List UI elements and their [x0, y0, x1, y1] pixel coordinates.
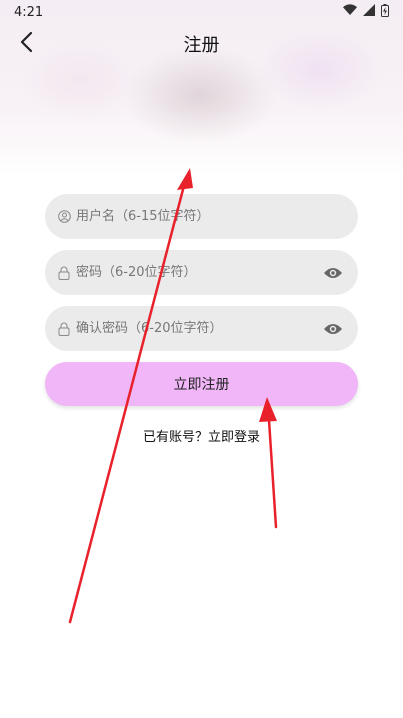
login-link[interactable]: 已有账号？立即登录 [0, 426, 403, 445]
password-input[interactable] [74, 264, 322, 281]
username-input[interactable] [74, 208, 346, 225]
eye-icon[interactable] [322, 262, 344, 284]
battery-icon [381, 3, 389, 21]
annotation-arrow-button [259, 397, 278, 529]
username-field [45, 194, 358, 239]
register-button[interactable]: 立即注册 [45, 362, 358, 406]
status-time: 4:21 [14, 4, 44, 20]
page-title: 注册 [183, 35, 220, 56]
user-icon [57, 210, 71, 224]
status-bar: 4:21 [0, 0, 403, 24]
eye-icon[interactable] [322, 318, 344, 340]
wifi-icon [343, 4, 357, 20]
signal-icon [363, 4, 375, 20]
lock-icon [57, 322, 71, 336]
chevron-left-icon [19, 31, 33, 57]
confirm-password-field [45, 306, 358, 351]
register-form: 立即注册 [45, 194, 358, 406]
password-field [45, 250, 358, 295]
lock-icon [57, 266, 71, 280]
confirm-password-input[interactable] [74, 320, 322, 337]
back-button[interactable] [10, 28, 42, 60]
nav-bar: 注册 [0, 24, 403, 64]
